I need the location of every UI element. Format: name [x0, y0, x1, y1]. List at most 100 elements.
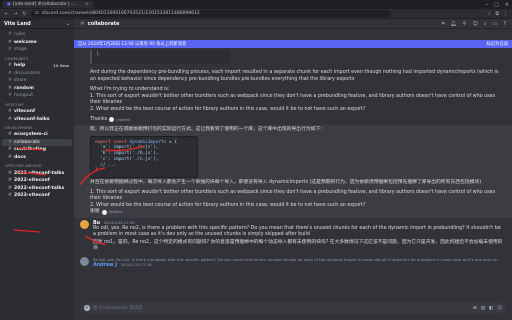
message-item: Ro odl, yes. Re no2, is there a problem … — [74, 255, 512, 268]
reply-preview[interactable]: Ro odl, yes. Re no2, is there a problem … — [93, 257, 500, 262]
new-messages-bar[interactable]: 自从 2024年1月28日 12:56 以来有 90 条以上的新消息 标记为已读 — [74, 40, 512, 48]
channel-label: stage — [14, 47, 27, 53]
hashtag-icon: # — [80, 20, 85, 27]
channel-label: hangout — [14, 93, 34, 99]
composer-placeholder: 给 #collaborate 发消息 — [93, 306, 143, 311]
emoji-picker-icon[interactable]: ☺ — [497, 306, 502, 311]
want-title: What I'm trying to understand is: — [90, 87, 170, 93]
pin-icon[interactable]: ⚲ — [463, 21, 467, 27]
channel-item-docs[interactable]: # docs — [2, 154, 72, 162]
lock-icon: ⊡ — [35, 11, 39, 16]
composer-tools: ⊞ ▤ ◧ ☺ — [473, 306, 502, 311]
channel-item-collaborate[interactable]: # collaborate — [2, 138, 72, 147]
message-composer[interactable]: + 给 #collaborate 发消息 ⊞ ▤ ◧ ☺ — [80, 303, 506, 313]
channel-label: help — [14, 63, 26, 69]
channel-item-2022-viteconf[interactable]: #2022-viteconf — [2, 177, 72, 185]
channel-label: ecosystem-ci — [14, 132, 48, 138]
extensions-icon[interactable]: ⧉ — [495, 11, 499, 17]
gif-icon[interactable]: ▤ — [481, 306, 485, 311]
maximize-icon[interactable]: □ — [494, 2, 499, 8]
inbox-icon[interactable]: ▭ — [493, 21, 498, 27]
translation-intro: 嗯，所以我正在观察依赖预打包的实际运行方式，这让我看到了使用的一个库，这个库中出… — [90, 127, 326, 133]
channel-item-viteconf[interactable]: # viteconf — [2, 108, 72, 116]
hashtag-icon: # — [8, 185, 12, 191]
channel-category[interactable]: VITECONF — [0, 100, 74, 108]
channel-item-welcome[interactable]: # welcome — [2, 39, 72, 47]
thanks-line: Thanks (edited) — [74, 117, 512, 124]
channel-list: # rules # welcome # stage COMMUNITY # help 10 New… — [0, 29, 74, 200]
channel-label: 2022-viteconf — [14, 178, 50, 184]
header-tools: ⌗ 🔔︎ ⚲ ☺ ⌕ ▭ ? — [442, 21, 506, 27]
hashtag-icon: # — [8, 47, 12, 53]
channel-item-2022-viteconf-talks[interactable]: #2022-viteconf-talks — [2, 185, 72, 193]
tab-title: [vite-land] #collaborate | ... — [12, 2, 76, 7]
forward-icon[interactable]: → — [13, 11, 18, 17]
url-field[interactable]: ⊡ discord.com/channels/80401160616070352… — [31, 10, 391, 17]
channel-item-viteconf-talks[interactable]: # viteconf-talks — [2, 115, 72, 123]
channel-label: discussions — [14, 70, 41, 76]
window-controls: – □ × — [486, 2, 509, 8]
question-2: 2. What would be the best course of acti… — [90, 106, 366, 112]
hashtag-icon: # — [8, 32, 12, 38]
chevron-down-icon: ⌄ — [65, 20, 70, 27]
avatar[interactable] — [80, 256, 89, 266]
code-block: export const dynamicImports = { 'a': imp… — [90, 135, 198, 178]
unread-badge: 10 New — [53, 63, 69, 69]
timestamp: 2024/1/28 17:16 — [120, 262, 152, 267]
channel-item-2023-viteconf-talks[interactable]: #2023-viteconf-talks — [2, 169, 72, 177]
translation-block: 嗯，所以我正在观察依赖预打包的实际运行方式，这让我看到了使用的一个库，这个库中出… — [74, 125, 512, 218]
channel-item-stage[interactable]: # stage — [2, 46, 72, 54]
translated-question-2: 2. What would be the best course of acti… — [90, 202, 366, 208]
emoji-icon — [101, 210, 107, 216]
hashtag-icon: # — [8, 193, 12, 199]
code-line: } — [95, 168, 193, 174]
hashtag-icon: # — [8, 78, 12, 84]
channel-item-discussions[interactable]: # discussions — [2, 69, 72, 77]
channel-item-ecosystem-ci[interactable]: # ecosystem-ci — [2, 131, 72, 139]
avatar[interactable] — [80, 219, 89, 229]
code-text: // ... — [95, 162, 117, 168]
channel-category[interactable]: VITECONF ARCHIVE — [0, 161, 74, 169]
channel-item-share[interactable]: # share — [2, 77, 72, 85]
code-text: } — [95, 168, 98, 174]
code-text: 'a': import('./a.js'), — [95, 145, 159, 151]
reload-icon[interactable]: ↻ — [22, 11, 27, 17]
hashtag-icon: # — [8, 170, 12, 176]
code-fragment-text: }, — [96, 52, 101, 57]
channel-item-rules[interactable]: # rules — [2, 31, 72, 39]
search-icon[interactable]: ⌕ — [484, 21, 487, 27]
message-list: }, And during the dependency pre-bundlin… — [74, 48, 512, 300]
channel-label: 2023-viteconf-talks — [14, 170, 65, 176]
browser-tab[interactable]: ● [vite-land] #collaborate | ... × — [3, 1, 93, 8]
hashtag-icon: # — [8, 116, 12, 122]
channel-item-hangout[interactable]: # hangout — [2, 92, 72, 100]
mark-as-read-button[interactable]: 标记为已读 — [487, 41, 508, 47]
channel-category[interactable]: DEVELOPMENT — [0, 123, 74, 131]
english-body: And during the dependency pre-bundling p… — [90, 70, 499, 82]
help-icon[interactable]: ? — [503, 21, 506, 27]
server-header[interactable]: Vite Land ⌄ — [0, 19, 74, 29]
sticker-icon[interactable]: ◧ — [489, 306, 493, 311]
back-icon[interactable]: ← — [4, 11, 9, 17]
channel-label: 2023-viteconf — [14, 193, 50, 199]
members-icon[interactable]: ☺ — [473, 21, 478, 27]
star-icon[interactable]: ☆ — [487, 11, 491, 17]
threads-icon[interactable]: ⌗ — [442, 21, 445, 27]
thanks-text: Thanks — [90, 116, 108, 122]
channel-label: docs — [14, 155, 26, 161]
url-text: discord.com/channels/804011606160703521/… — [41, 11, 200, 16]
channel-item-help[interactable]: # help 10 New — [2, 62, 72, 70]
timestamp: 2024/1/28 17:08 — [103, 220, 135, 225]
channel-item-contributing[interactable]: # contributing — [2, 146, 72, 154]
username[interactable]: Andrew J — [93, 263, 117, 268]
close-tab-icon[interactable]: × — [85, 2, 89, 7]
menu-icon[interactable]: ⋮ — [503, 11, 508, 17]
add-attachment-icon[interactable]: + — [84, 305, 90, 311]
close-window-icon[interactable]: × — [505, 2, 509, 8]
minimize-icon[interactable]: – — [486, 2, 489, 8]
channel-item-2023-viteconf[interactable]: #2023-viteconf — [2, 192, 72, 200]
bell-icon[interactable]: 🔔︎ — [451, 21, 457, 27]
channel-item-random[interactable]: # random — [2, 85, 72, 93]
gift-icon[interactable]: ⊞ — [473, 306, 477, 311]
channel-category[interactable]: COMMUNITY — [0, 54, 74, 62]
